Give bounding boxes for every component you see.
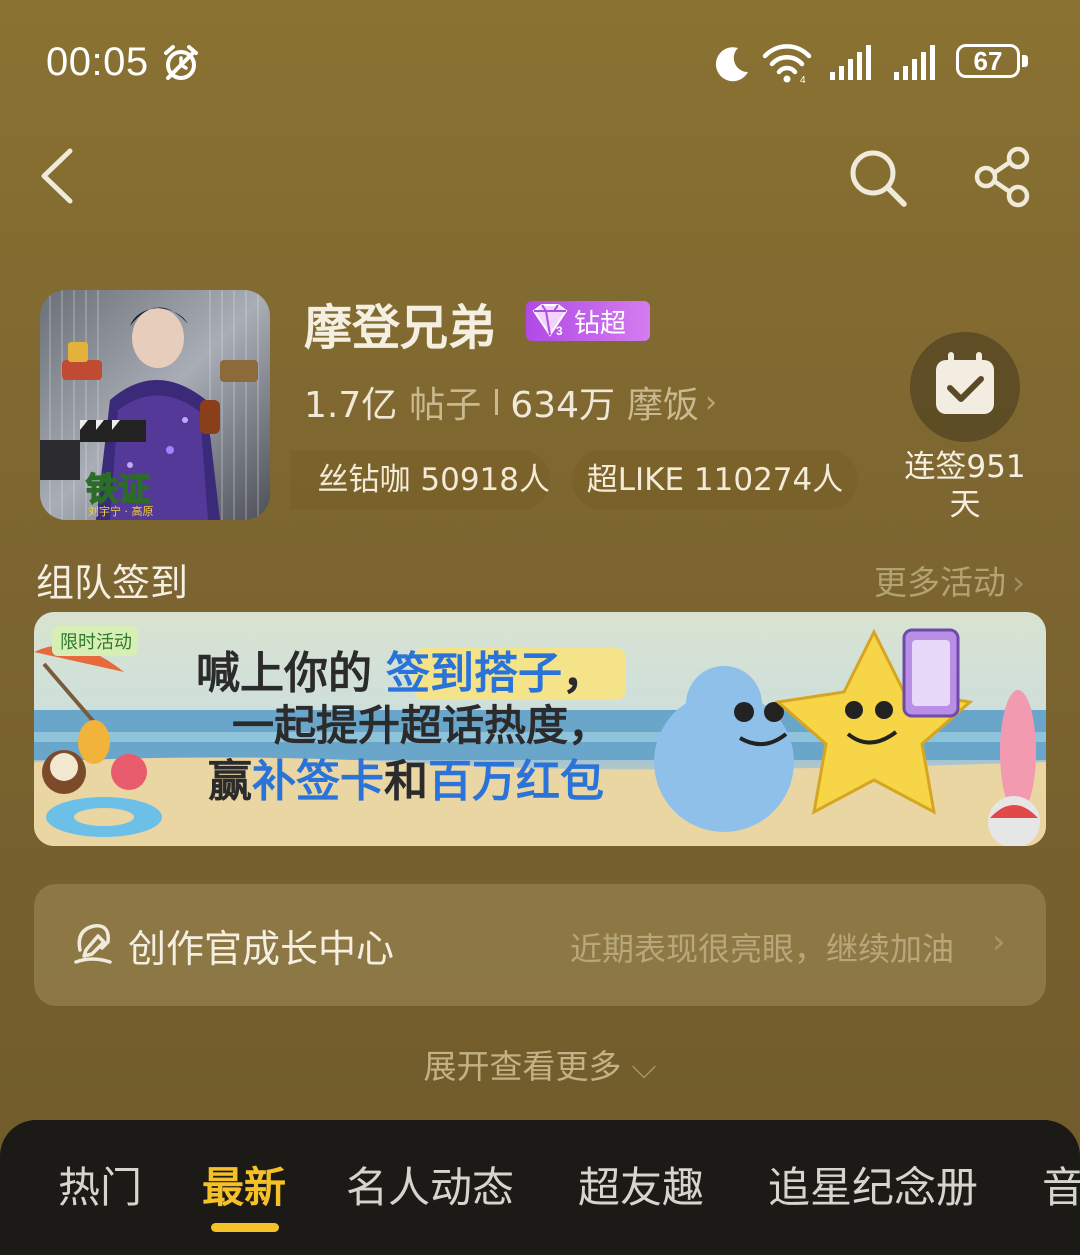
badge-label: 钻超: [574, 308, 627, 339]
svg-text:4: 4: [800, 75, 806, 84]
status-time: 00:05: [46, 40, 149, 84]
diamond-super-badge[interactable]: 3 钻超: [526, 301, 650, 341]
signal-icon: [830, 45, 871, 80]
creator-growth-label: 创作官成长中心: [128, 927, 395, 971]
consecutive-signin-text: 连签951 天: [904, 449, 1026, 523]
avatar-caption: 刘宇宁 · 高原: [88, 504, 154, 518]
more-activities-link[interactable]: 更多活动 ›: [874, 556, 1025, 604]
community-stats[interactable]: 1.7亿 帖子 634万 摩饭 ›: [304, 376, 717, 428]
expand-more-link[interactable]: 展开查看更多 ⌵: [0, 1040, 1080, 1088]
team-signin-title: 组队签到: [36, 561, 189, 605]
posts-count: 1.7亿: [304, 385, 398, 426]
tab-friends-fun[interactable]: 超友趣: [578, 1154, 704, 1215]
community-title: 摩登兄弟: [304, 300, 497, 356]
posts-label: 帖子: [409, 385, 482, 426]
fans-count: 634万: [510, 385, 615, 426]
tab-celebrity-updates[interactable]: 名人动态: [346, 1154, 514, 1215]
community-avatar[interactable]: 铁证 刘宇宁 · 高原: [40, 290, 270, 520]
calendar-check-icon: [936, 352, 994, 414]
do-not-disturb-icon: [715, 47, 748, 82]
banner-line3-a: 赢: [208, 756, 252, 807]
banner-line2: 一起提升超话热度，: [232, 701, 610, 750]
tab-music[interactable]: 音: [1042, 1154, 1080, 1215]
svg-text:赢补签卡和百万红包: 赢补签卡和百万红包: [208, 756, 604, 807]
chevron-down-icon: ⌵: [631, 1047, 657, 1086]
super-like-pill[interactable]: 超LIKE 110274人: [572, 450, 858, 510]
signal-icon-2: [894, 45, 935, 80]
creator-growth-hint: 近期表现很亮眼，继续加油: [570, 930, 955, 968]
rank-pills: 丝钻咖 50918人 超LIKE 110274人: [290, 450, 870, 512]
fans-label: 摩饭: [627, 385, 700, 426]
banner-line1-b: 签到搭子: [386, 648, 562, 699]
banner-line3-c: 和: [384, 756, 428, 807]
banner-line3-b: 补签卡: [252, 756, 384, 807]
more-activities-label: 更多活动: [874, 563, 1006, 602]
diamond-icon: 3: [532, 304, 568, 338]
avatar-image: 铁证 刘宇宁 · 高原: [40, 290, 270, 520]
activity-banner[interactable]: 限时活动 喊上你的 签到搭子， 一起提升超话热度， 赢补签卡和百万红包: [34, 612, 1046, 846]
svg-text:喊上你的签到搭子，: 喊上你的 签到搭子，: [196, 648, 606, 699]
wifi-icon: 4: [762, 44, 812, 84]
pen-icon: [74, 924, 112, 964]
banner-line1-a: 喊上你的: [196, 648, 372, 699]
alarm-off-icon: [164, 45, 198, 80]
banner-line1-c: ，: [562, 648, 606, 699]
avatar-logo-text: 铁证: [86, 470, 150, 508]
battery-icon: 67: [956, 44, 1030, 82]
tab-hot[interactable]: 热门: [58, 1154, 142, 1215]
banner-tag: 限时活动: [60, 632, 132, 653]
signin-button[interactable]: [910, 332, 1020, 442]
svg-text:3: 3: [556, 324, 563, 338]
chevron-right-icon: ›: [1012, 563, 1026, 602]
tab-star-album[interactable]: 追星纪念册: [768, 1154, 978, 1215]
stats-divider: [495, 389, 499, 415]
banner-line3-d: 百万红包: [428, 756, 604, 807]
battery-level: 67: [956, 44, 1020, 78]
back-arrow-icon[interactable]: [36, 146, 80, 206]
share-icon[interactable]: [972, 146, 1034, 208]
active-tab-indicator: [211, 1223, 279, 1232]
chevron-right-icon: ›: [705, 384, 718, 420]
chevron-right-icon: ›: [992, 922, 1006, 962]
search-icon[interactable]: [846, 146, 910, 210]
expand-more-label: 展开查看更多: [423, 1047, 622, 1086]
fans-rank-pill[interactable]: 丝钻咖 50918人: [290, 450, 550, 510]
banner-illustration: 限时活动 喊上你的 签到搭子， 一起提升超话热度， 赢补签卡和百万红包: [34, 626, 1046, 846]
tab-latest[interactable]: 最新: [202, 1154, 286, 1215]
